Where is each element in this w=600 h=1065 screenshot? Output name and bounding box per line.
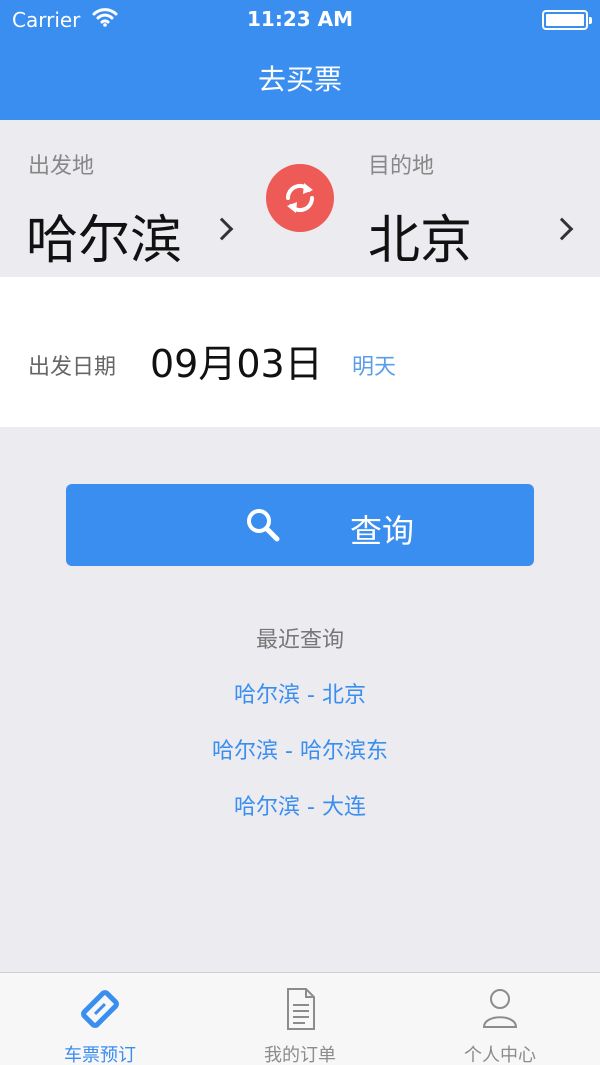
recent-search-item[interactable]: 哈尔滨 - 北京: [0, 677, 600, 709]
recent-searches-title: 最近查询: [255, 628, 344, 653]
person-icon: [482, 989, 518, 1028]
from-label: 出发地: [28, 154, 95, 179]
ticket-icon: [81, 990, 119, 1028]
search-button-label: 查询: [350, 512, 415, 550]
swap-stations-button[interactable]: [266, 164, 334, 232]
recent-search-item[interactable]: 哈尔滨 - 大连: [0, 789, 600, 821]
page-title: 去买票: [257, 63, 342, 96]
from-city[interactable]: 哈尔滨: [26, 198, 182, 273]
battery-icon: [542, 10, 592, 30]
search-button[interactable]: 查询: [66, 484, 534, 566]
tab-bar: 车票预订 我的订单 个人中心: [0, 972, 600, 1065]
search-icon: [247, 509, 280, 542]
date-value[interactable]: 09月03日: [150, 333, 323, 388]
status-bar: Carrier 11:23 AM: [0, 0, 600, 40]
tab-profile[interactable]: 个人中心: [400, 973, 600, 1065]
to-label: 目的地: [368, 154, 435, 179]
date-hint: 明天: [352, 355, 397, 380]
tab-label: 我的订单: [264, 1045, 336, 1065]
tab-label: 个人中心: [464, 1045, 536, 1065]
tab-label: 车票预订: [64, 1045, 136, 1065]
swap-icon: [285, 183, 315, 213]
date-label: 出发日期: [28, 355, 117, 380]
tab-my-orders[interactable]: 我的订单: [200, 973, 400, 1065]
tab-ticket-booking[interactable]: 车票预订: [0, 973, 200, 1065]
document-icon: [287, 988, 315, 1030]
to-city[interactable]: 北京: [368, 198, 472, 273]
to-chevron-icon[interactable]: [550, 217, 574, 241]
from-chevron-icon[interactable]: [210, 217, 234, 241]
route-selector: 出发地 哈尔滨 目的地 北京: [0, 120, 600, 277]
status-time: 11:23 AM: [246, 7, 353, 31]
header: Carrier 11:23 AM 去买票: [0, 0, 600, 120]
recent-search-item[interactable]: 哈尔滨 - 哈尔滨东: [0, 733, 600, 765]
departure-date-row[interactable]: 出发日期 09月03日 明天: [0, 277, 600, 427]
